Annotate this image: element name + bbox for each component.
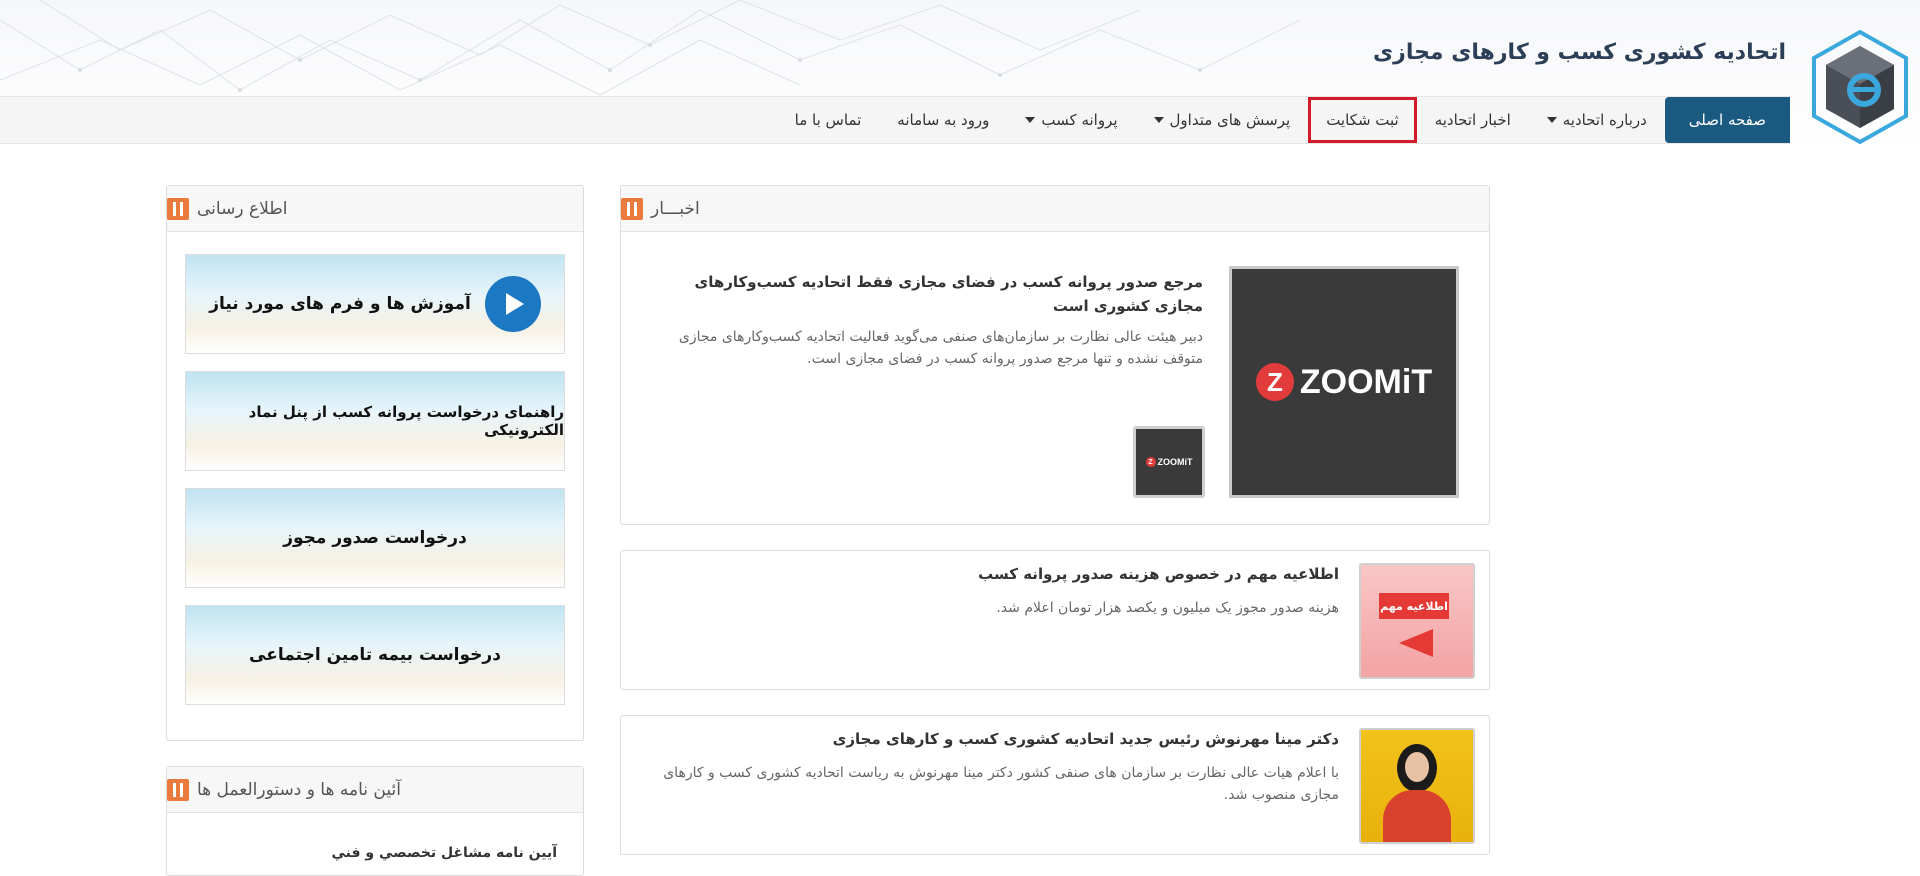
chevron-down-icon — [1546, 117, 1557, 123]
zoomit-brand: ZOOMiT — [1299, 362, 1433, 401]
banner-text: درخواست بیمه تامین اجتماعی — [249, 645, 501, 665]
rules-heading: آئین نامه ها و دستورالعمل ها — [197, 779, 401, 800]
nav-news[interactable]: اخبار اتحادیه — [1417, 97, 1529, 143]
main-nav: صفحه اصلی درباره اتحادیه اخبار اتحادیه ث… — [0, 96, 1790, 144]
nav-license[interactable]: پروانه کسب — [1007, 97, 1135, 143]
news-panel-header: اخبـــار — [621, 186, 1489, 232]
nav-complaint[interactable]: ثبت شکایت — [1308, 97, 1417, 143]
announcement-image[interactable]: اطلاعیه مهم — [1359, 563, 1475, 679]
nav-faq[interactable]: پرسش های متداول — [1136, 97, 1309, 143]
nav-about[interactable]: درباره اتحادیه — [1529, 97, 1665, 143]
chevron-down-icon — [1025, 117, 1036, 123]
megaphone-icon — [1399, 629, 1433, 657]
building-icon — [167, 778, 189, 801]
news-item-title[interactable]: اطلاعیه مهم در خصوص هزینه صدور پروانه کس… — [978, 565, 1339, 583]
banner-text: راهنمای درخواست پروانه کسب از پنل نماد ا… — [248, 403, 564, 439]
rules-link[interactable]: آيين نامه مشاغل تخصصي و فني — [332, 845, 558, 861]
play-icon — [484, 276, 541, 332]
news-thumbnail[interactable]: Z ZOOMiT — [1133, 426, 1205, 498]
info-heading: اطلاع رسانی — [197, 198, 288, 219]
news-item-summary: با اعلام هیات عالی نظارت بر سازمان های ص… — [663, 765, 1339, 803]
nav-home[interactable]: صفحه اصلی — [1664, 97, 1790, 143]
banner-training[interactable]: آموزش ها و فرم های مورد نیاز — [185, 254, 565, 354]
banner-text: درخواست صدور مجوز — [283, 528, 467, 548]
news-main-image[interactable]: Z ZOOMiT — [1229, 266, 1459, 498]
nav-label: پروانه کسب — [1041, 111, 1118, 129]
nav-label: پرسش های متداول — [1169, 111, 1291, 129]
person-body — [1383, 790, 1451, 842]
chevron-down-icon — [1153, 117, 1164, 123]
rules-panel: آئین نامه ها و دستورالعمل ها آيين نامه م… — [166, 766, 584, 876]
news-item-summary: هزینه صدور مجوز یک میلیون و یکصد هزار تو… — [996, 600, 1339, 616]
news-heading: اخبـــار — [651, 198, 700, 219]
nav-contact[interactable]: تماس با ما — [777, 97, 880, 143]
news-item: دکتر مینا مهرنوش رئیس جدید اتحادیه کشوری… — [620, 715, 1490, 855]
banner-license-guide[interactable]: راهنمای درخواست پروانه کسب از پنل نماد ا… — [185, 371, 565, 471]
banner-text: آموزش ها و فرم های مورد نیاز — [209, 294, 471, 314]
building-icon — [167, 197, 189, 220]
nav-login[interactable]: ورود به سامانه — [879, 97, 1007, 143]
person-photo[interactable] — [1359, 728, 1475, 844]
news-main-title[interactable]: مرجع صدور پروانه کسب در فضای مجازی فقط ا… — [663, 270, 1203, 318]
zoomit-logo: Z ZOOMiT — [1255, 362, 1433, 402]
nav-label: اخبار اتحادیه — [1434, 111, 1511, 129]
hexagon-logo-icon — [1812, 29, 1908, 145]
nav-label: ثبت شکایت — [1326, 111, 1399, 129]
news-item: اطلاعیه مهم اطلاعیه مهم در خصوص هزینه صد… — [620, 550, 1490, 690]
banner-permit-request[interactable]: درخواست صدور مجوز — [185, 488, 565, 588]
news-panel: اخبـــار مرجع صدور پروانه کسب در فضای مج… — [620, 185, 1490, 525]
info-panel-header: اطلاع رسانی — [167, 186, 583, 232]
news-item-title[interactable]: دکتر مینا مهرنوش رئیس جدید اتحادیه کشوری… — [833, 730, 1339, 748]
nav-label: درباره اتحادیه — [1562, 111, 1647, 129]
announcement-badge: اطلاعیه مهم — [1379, 593, 1449, 619]
zoomit-brand-small: ZOOMiT — [1157, 457, 1193, 467]
zoomit-z-icon: Z — [1255, 363, 1294, 401]
nav-label: ورود به سامانه — [897, 111, 990, 129]
site-title[interactable]: اتحادیه کشوری کسب و کارهای مجازی — [1373, 40, 1786, 65]
nav-label: تماس با ما — [794, 111, 862, 129]
building-icon — [621, 197, 643, 220]
rules-panel-header: آئین نامه ها و دستورالعمل ها — [167, 767, 583, 813]
person-face — [1405, 752, 1429, 782]
info-panel: اطلاع رسانی آموزش ها و فرم های مورد نیاز… — [166, 185, 584, 741]
site-logo[interactable] — [1808, 28, 1912, 146]
zoomit-z-icon: Z — [1145, 457, 1156, 467]
zoomit-logo-small: Z ZOOMiT — [1145, 457, 1193, 467]
nav-label: صفحه اصلی — [1688, 111, 1766, 129]
banner-insurance-request[interactable]: درخواست بیمه تامین اجتماعی — [185, 605, 565, 705]
news-main-summary: دبیر هیئت عالی نظارت بر سازمان‌های صنفی … — [678, 329, 1203, 367]
